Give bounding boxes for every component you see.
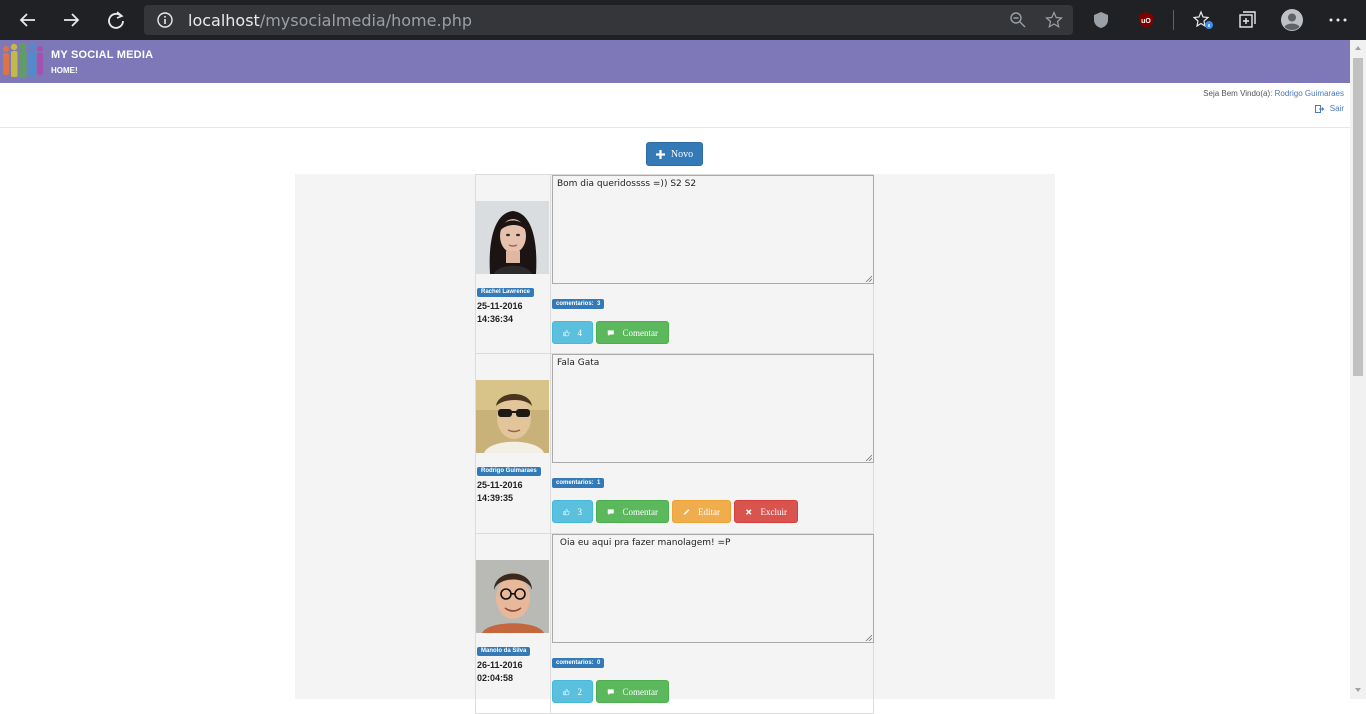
author-avatar[interactable] bbox=[476, 380, 549, 453]
more-options-icon[interactable] bbox=[1328, 10, 1348, 30]
shield-icon[interactable] bbox=[1091, 10, 1111, 30]
like-count: 3 bbox=[577, 506, 583, 517]
edit-button[interactable]: Editar bbox=[672, 500, 731, 523]
post-date: 25-11-2016 14:39:35 bbox=[477, 480, 523, 503]
post-item: Rachel Lawrence 25-11-2016 14:36:34 Bom d… bbox=[475, 174, 874, 354]
comments-count-badge[interactable]: comentarios: 1 bbox=[552, 478, 605, 488]
plus-icon bbox=[655, 149, 665, 159]
resize-grip-icon[interactable] bbox=[865, 275, 872, 282]
thumbs-up-icon bbox=[563, 329, 570, 336]
new-post-button[interactable]: Novo bbox=[646, 142, 703, 166]
comment-button[interactable]: Comentar bbox=[596, 680, 669, 703]
close-icon bbox=[745, 508, 752, 515]
post-item: Rodrigo Guimaraes 25-11-2016 14:39:35 Fal… bbox=[475, 354, 874, 534]
like-count: 4 bbox=[577, 327, 583, 338]
comment-label: Comentar bbox=[622, 327, 659, 338]
like-button[interactable]: 3 bbox=[552, 500, 593, 523]
profile-avatar-icon[interactable] bbox=[1281, 9, 1303, 31]
post-text[interactable]: Bom dia queridossss =)) S2 S2 bbox=[552, 175, 874, 284]
back-button[interactable] bbox=[16, 8, 40, 32]
comment-label: Comentar bbox=[622, 686, 659, 697]
scrollbar-thumb[interactable] bbox=[1353, 58, 1363, 376]
post-actions: 2 Comentar bbox=[552, 680, 669, 703]
comment-button[interactable]: Comentar bbox=[596, 321, 669, 344]
comment-label: Comentar bbox=[622, 506, 659, 517]
author-name-badge[interactable]: Rodrigo Guimaraes bbox=[477, 467, 541, 476]
post-author-column: Rodrigo Guimaraes 25-11-2016 14:39:35 bbox=[476, 354, 551, 533]
author-avatar[interactable] bbox=[476, 560, 549, 633]
scroll-up-icon[interactable] bbox=[1354, 44, 1362, 52]
back-arrow-icon bbox=[19, 13, 35, 27]
thumbs-up-icon bbox=[563, 508, 570, 515]
comment-button[interactable]: Comentar bbox=[596, 500, 669, 523]
address-bar[interactable]: localhost/mysocialmedia/home.php bbox=[144, 5, 1073, 35]
browser-toolbar: localhost/mysocialmedia/home.php uO bbox=[0, 0, 1366, 40]
pencil-icon bbox=[683, 508, 690, 515]
delete-button[interactable]: Excluir bbox=[734, 500, 798, 523]
people-logo-icon bbox=[3, 42, 43, 78]
favorite-star-icon[interactable] bbox=[1045, 11, 1063, 29]
comment-bubble-icon bbox=[607, 688, 614, 695]
resize-grip-icon[interactable] bbox=[865, 634, 872, 641]
forward-button[interactable] bbox=[59, 8, 83, 32]
post-item: Manolo da Silva 26-11-2016 02:04:58 Oia e… bbox=[475, 534, 874, 714]
svg-text:uO: uO bbox=[1141, 18, 1151, 25]
logout-icon bbox=[1314, 104, 1324, 113]
thumbs-up-icon bbox=[563, 688, 570, 695]
reload-icon bbox=[108, 11, 124, 29]
logout-link[interactable]: Sair bbox=[1314, 104, 1344, 113]
post-date: 26-11-2016 02:04:58 bbox=[477, 660, 523, 683]
zoom-icon[interactable] bbox=[1009, 11, 1027, 29]
welcome-message: Seja Bem Vindo(a): Rodrigo Guimaraes bbox=[1203, 89, 1344, 98]
comment-bubble-icon bbox=[607, 329, 614, 336]
site-header: MY SOCIAL MEDIA HOME! bbox=[0, 40, 1350, 83]
home-link[interactable]: HOME! bbox=[51, 66, 78, 75]
url-text: localhost/mysocialmedia/home.php bbox=[188, 11, 473, 30]
post-text[interactable]: Oia eu aqui pra fazer manolagem! =P bbox=[552, 534, 874, 643]
logout-label: Sair bbox=[1329, 104, 1344, 113]
delete-label: Excluir bbox=[760, 506, 788, 517]
toolbar-divider bbox=[1173, 10, 1174, 30]
welcome-prefix: Seja Bem Vindo(a): bbox=[1203, 89, 1273, 98]
comment-bubble-icon bbox=[607, 508, 614, 515]
forward-arrow-icon bbox=[64, 13, 80, 27]
current-user-link[interactable]: Rodrigo Guimaraes bbox=[1275, 89, 1344, 98]
post-date: 25-11-2016 14:36:34 bbox=[477, 301, 523, 324]
author-name-badge[interactable]: Manolo da Silva bbox=[477, 647, 531, 656]
author-avatar[interactable] bbox=[476, 201, 549, 274]
like-button[interactable]: 4 bbox=[552, 321, 593, 344]
like-count: 2 bbox=[577, 686, 583, 697]
post-actions: 4 Comentar bbox=[552, 321, 669, 344]
post-author-column: Manolo da Silva 26-11-2016 02:04:58 bbox=[476, 534, 551, 713]
resize-grip-icon[interactable] bbox=[865, 454, 872, 461]
edit-label: Editar bbox=[698, 506, 720, 517]
collections-icon[interactable] bbox=[1237, 10, 1257, 30]
new-post-label: Novo bbox=[670, 148, 694, 160]
scroll-down-icon[interactable] bbox=[1354, 686, 1362, 694]
info-icon[interactable] bbox=[156, 11, 174, 29]
author-name-badge[interactable]: Rachel Lawrence bbox=[477, 288, 535, 297]
comments-count-badge[interactable]: comentarios: 3 bbox=[552, 299, 605, 309]
post-author-column: Rachel Lawrence 25-11-2016 14:36:34 bbox=[476, 175, 551, 353]
reload-button[interactable] bbox=[104, 8, 128, 32]
header-divider bbox=[0, 127, 1350, 128]
like-button[interactable]: 2 bbox=[552, 680, 593, 703]
comments-count-badge[interactable]: comentarios: 0 bbox=[552, 658, 605, 668]
page-scrollbar[interactable] bbox=[1350, 40, 1366, 699]
post-actions: 3 Comentar Editar Excluir bbox=[552, 500, 798, 523]
ublock-icon[interactable]: uO bbox=[1136, 10, 1156, 30]
site-title[interactable]: MY SOCIAL MEDIA bbox=[51, 49, 153, 61]
post-text[interactable]: Fala Gata bbox=[552, 354, 874, 463]
favorites-icon[interactable] bbox=[1193, 10, 1213, 30]
